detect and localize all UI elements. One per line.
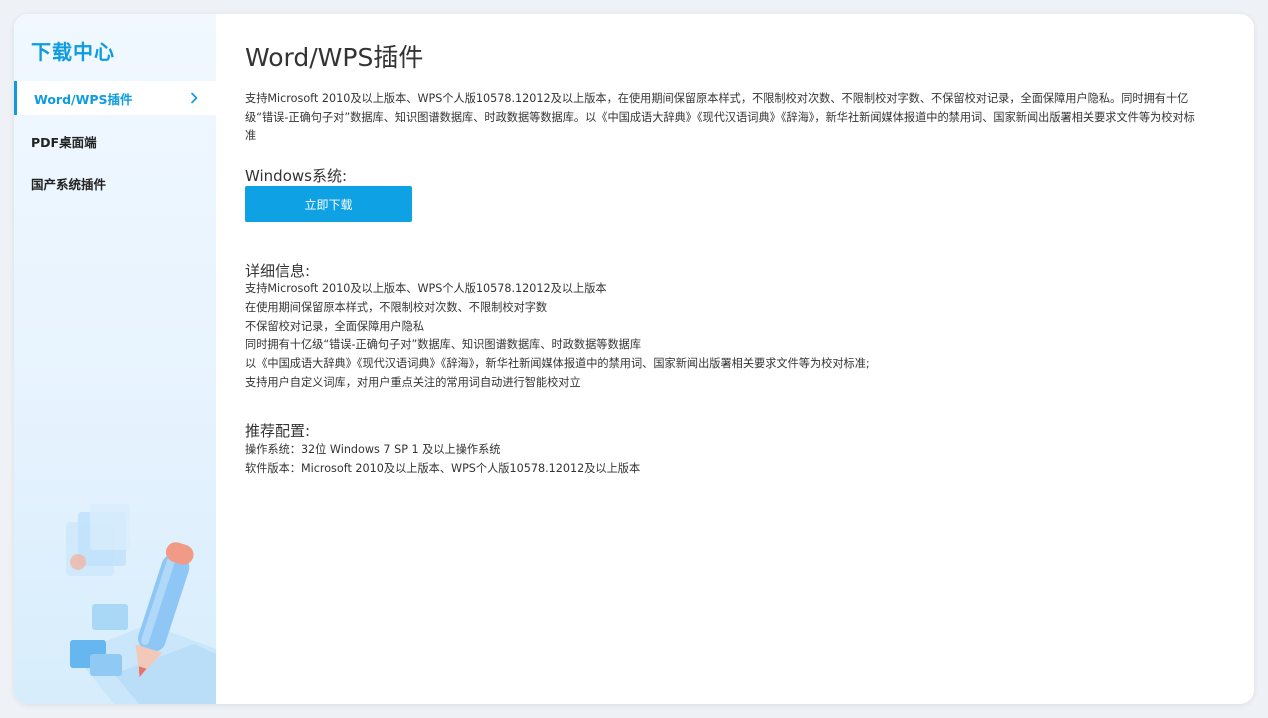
sidebar-item-label: 国产系统插件 bbox=[31, 176, 107, 192]
sidebar: 下载中心 Word/WPS插件 PDF桌面端 国产系统插件 bbox=[14, 14, 216, 704]
sidebar-title: 下载中心 bbox=[31, 40, 115, 64]
page-title: Word/WPS插件 bbox=[245, 43, 424, 72]
sidebar-item-label: PDF桌面端 bbox=[31, 134, 97, 150]
detail-line: 支持用户自定义词库，对用户重点关注的常用词自动进行智能校对立 bbox=[245, 375, 581, 389]
detail-line: 不保留校对记录，全面保障用户隐私 bbox=[245, 319, 425, 333]
config-list: 操作系统：32位 Windows 7 SP 1 及以上操作系统 软件版本：Mic… bbox=[245, 441, 1225, 479]
config-line: 软件版本：Microsoft 2010及以上版本、WPS个人版10578.120… bbox=[245, 461, 641, 475]
intro-text: 支持Microsoft 2010及以上版本、WPS个人版10578.12012及… bbox=[245, 92, 1195, 142]
sidebar-item-word-wps[interactable]: Word/WPS插件 bbox=[14, 81, 216, 115]
detail-line: 支持Microsoft 2010及以上版本、WPS个人版10578.12012及… bbox=[245, 282, 607, 295]
download-center-window: 下载中心 Word/WPS插件 PDF桌面端 国产系统插件 Word/WPS插件… bbox=[14, 14, 1254, 704]
sidebar-item-pdf-desktop[interactable]: PDF桌面端 bbox=[14, 124, 216, 158]
chevron-right-icon bbox=[191, 92, 198, 104]
main-content: Word/WPS插件 支持Microsoft 2010及以上版本、WPS个人版1… bbox=[245, 14, 1254, 704]
sidebar-item-domestic-system[interactable]: 国产系统插件 bbox=[14, 166, 216, 200]
detail-line: 在使用期间保留原本样式，不限制校对次数、不限制校对字数 bbox=[245, 300, 548, 314]
details-list: 支持Microsoft 2010及以上版本、WPS个人版10578.12012及… bbox=[245, 280, 1225, 393]
detail-line: 同时拥有十亿级“错误-正确句子对”数据库、知识图谱数据库、时政数据等数据库 bbox=[245, 338, 642, 352]
details-heading: 详细信息: bbox=[245, 262, 311, 280]
config-line: 操作系统：32位 Windows 7 SP 1 及以上操作系统 bbox=[245, 443, 501, 456]
sidebar-item-label: Word/WPS插件 bbox=[34, 91, 133, 107]
detail-line: 以《中国成语大辞典》《现代汉语词典》《辞海》，新华社新闻媒体报道中的禁用词、国家… bbox=[245, 357, 870, 371]
config-heading: 推荐配置: bbox=[245, 422, 311, 440]
download-button[interactable]: 立即下载 bbox=[245, 186, 412, 222]
windows-heading: Windows系统: bbox=[245, 167, 348, 185]
pen-illustration bbox=[66, 504, 216, 704]
